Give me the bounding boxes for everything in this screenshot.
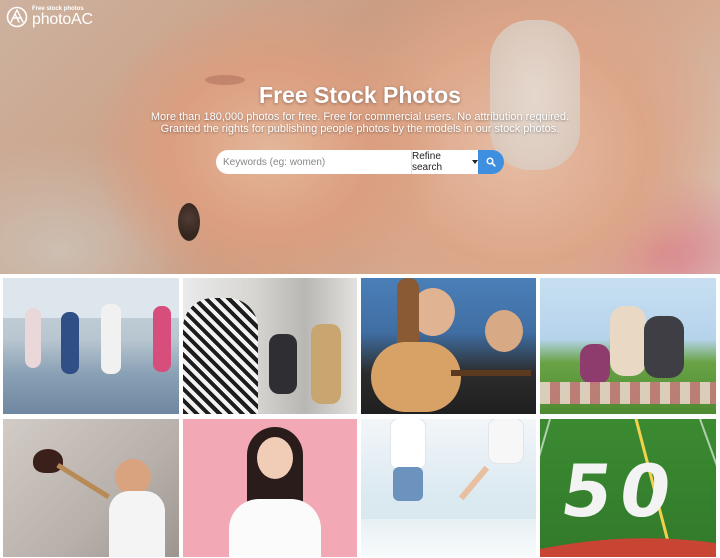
photo-detail: [25, 308, 41, 368]
photo-girl-with-plunger[interactable]: [3, 419, 179, 557]
hero-subtitle-line2: Granted the rights for publishing people…: [160, 123, 560, 135]
photo-detail: [56, 463, 110, 500]
hero-overlay: [0, 0, 720, 274]
page-title: Free Stock Photos: [259, 82, 461, 108]
refine-search-dropdown[interactable]: Refine search: [411, 150, 478, 174]
photo-detail: [644, 316, 684, 378]
photo-grid: 50: [0, 274, 720, 558]
photo-football-field-50[interactable]: 50: [540, 419, 716, 557]
photo-detail: [269, 334, 297, 394]
photo-detail: [489, 419, 523, 463]
photo-detail: [183, 298, 258, 414]
photo-detail: [229, 499, 321, 557]
photo-couple-with-guitar[interactable]: [361, 278, 536, 414]
hero-subtitle-line1: More than 180,000 photos for free. Free …: [150, 111, 570, 123]
photo-detail: [451, 370, 531, 376]
photo-detail: [391, 419, 425, 469]
refine-search-label: Refine search: [412, 151, 443, 173]
photo-business-meeting[interactable]: [183, 278, 357, 414]
photo-children-running[interactable]: [3, 278, 179, 414]
photo-detail: [610, 306, 646, 376]
photo-detail: [580, 344, 610, 384]
photo-detail: [257, 437, 293, 479]
photo-detail: [361, 519, 536, 557]
photo-detail: [393, 467, 423, 501]
photo-smiling-woman-pink[interactable]: [183, 419, 357, 557]
photo-couple-on-beach[interactable]: [361, 419, 536, 557]
search-icon: [486, 157, 496, 167]
photo-detail: [115, 459, 151, 495]
photo-detail: [311, 324, 341, 404]
search-input[interactable]: [216, 150, 411, 174]
photo-detail: [61, 312, 79, 374]
photo-family-picnic[interactable]: [540, 278, 716, 414]
search-button[interactable]: [478, 150, 504, 174]
photo-detail: [153, 306, 171, 372]
photo-detail: [109, 491, 165, 557]
field-number-label: 50: [556, 449, 685, 533]
photo-detail: [458, 465, 490, 501]
hero-banner: Free stock photos photoAC Free Stock Pho…: [0, 0, 720, 274]
photo-detail: [540, 382, 716, 404]
logo-name: photoAC: [32, 11, 93, 28]
logo-text: Free stock photos photoAC: [32, 6, 93, 28]
photo-detail: [33, 449, 63, 473]
site-logo[interactable]: Free stock photos photoAC: [6, 6, 93, 28]
photo-detail: [485, 310, 523, 352]
photoac-logo-icon: [6, 6, 28, 28]
photo-detail: [371, 342, 461, 412]
search-bar: Refine search: [216, 150, 504, 174]
photo-detail: [101, 304, 121, 374]
